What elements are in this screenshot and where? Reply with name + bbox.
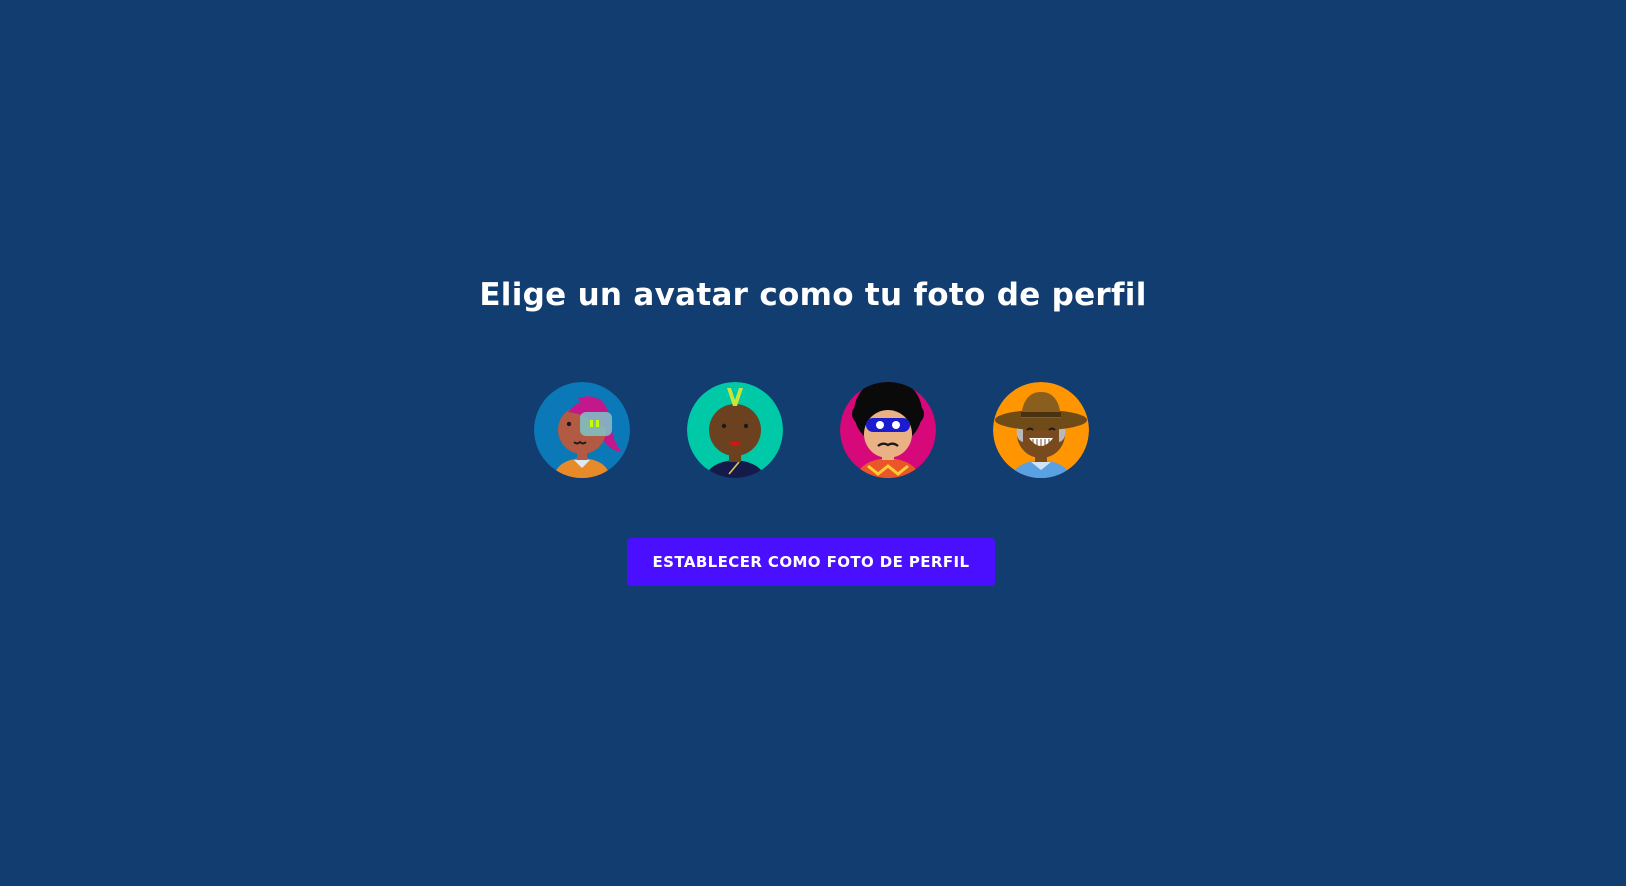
set-profile-photo-button[interactable]: ESTABLECER COMO FOTO DE PERFIL (627, 538, 995, 586)
woman-pink-hair-visor-icon (534, 382, 630, 478)
avatar-option-4[interactable] (993, 382, 1089, 478)
avatar-picker-page: Elige un avatar como tu foto de perfil E… (0, 0, 1626, 886)
avatar-option-2[interactable] (687, 382, 783, 478)
man-hat-smile-icon (993, 382, 1089, 478)
person-afro-mask-icon (840, 382, 936, 478)
avatar-option-1[interactable] (534, 382, 630, 478)
person-mohawk-icon (687, 382, 783, 478)
avatar-option-3[interactable] (840, 382, 936, 478)
page-title: Elige un avatar como tu foto de perfil (479, 277, 1147, 313)
avatar-list (534, 382, 1089, 478)
